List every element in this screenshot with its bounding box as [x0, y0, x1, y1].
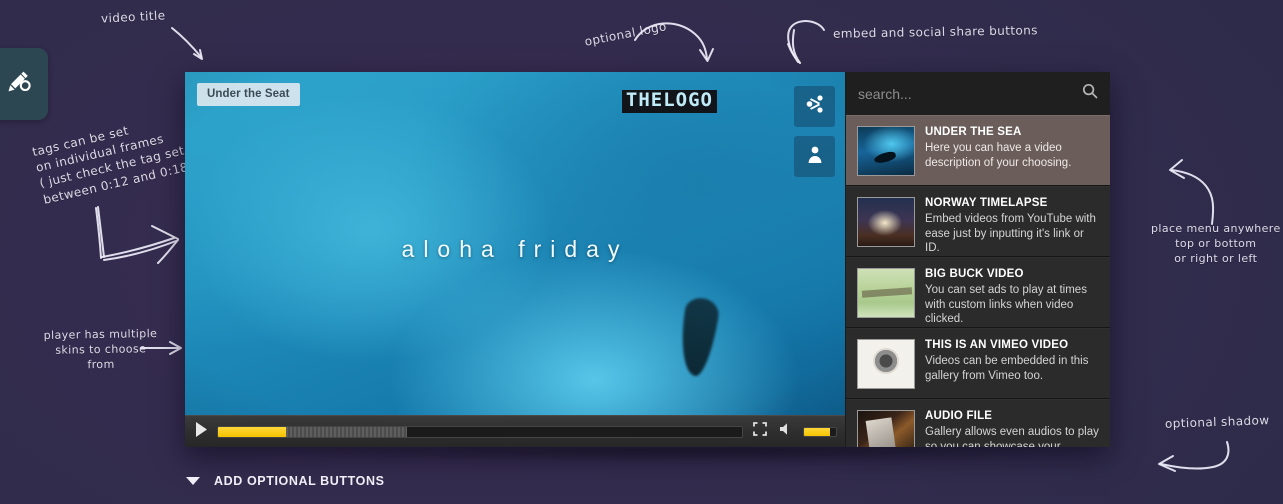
playlist-item-title: BIG BUCK VIDEO	[925, 268, 1024, 280]
annotation-arrow-tags	[95, 206, 179, 264]
video-logo[interactable]: THELOGO	[621, 90, 717, 113]
annotation-embed-share: embed and social share buttons	[832, 23, 1038, 41]
playlist-item-description: Embed videos from YouTube with ease just…	[925, 213, 1096, 255]
playlist-item-description: Gallery allows even audios to play so yo…	[925, 426, 1099, 447]
playlist-item-text: AUDIO FILE Gallery allows even audios to …	[925, 410, 1099, 447]
playlist-item[interactable]: NORWAY TIMELAPSE Embed videos from YouTub…	[846, 186, 1110, 257]
annotation-arrow-video-title	[171, 27, 203, 60]
progress-played	[218, 426, 287, 437]
search-input[interactable]	[858, 85, 1076, 102]
playlist-item-thumbnail	[857, 268, 915, 318]
playlist-search-row	[846, 72, 1110, 115]
playlist-item-title: UNDER THE SEA	[925, 126, 1022, 138]
annotation-shadow: optional shadow	[1164, 413, 1270, 431]
playlist-item-title: NORWAY TIMELAPSE	[925, 197, 1048, 209]
share-icon	[805, 94, 825, 119]
video-caption: aloha friday	[401, 236, 629, 262]
playlist-item[interactable]: THIS IS AN VIMEO VIDEO Videos can be embe…	[846, 328, 1110, 399]
playlist-item-description: Videos can be embedded in this gallery f…	[925, 355, 1089, 382]
video-title-badge: Under the Seat	[197, 83, 300, 106]
playlist-item-title: THIS IS AN VIMEO VIDEO	[925, 339, 1069, 351]
playlist-item-thumbnail	[857, 339, 915, 389]
play-icon	[195, 421, 208, 442]
annotation-arrow-menu	[1169, 159, 1215, 225]
share-button[interactable]	[794, 86, 835, 127]
speaker-icon	[779, 422, 794, 441]
volume-level	[804, 427, 831, 436]
annotation-arrow-embed-share	[787, 20, 825, 64]
fullscreen-button[interactable]	[751, 422, 769, 441]
playlist-item[interactable]: AUDIO FILE Gallery allows even audios to …	[846, 399, 1110, 447]
playlist-panel: UNDER THE SEA Here you can have a video d…	[845, 72, 1110, 447]
playlist-item-thumbnail	[857, 197, 915, 247]
progress-bar[interactable]	[217, 425, 743, 438]
video-player: Under the Seat THELOGO aloha friday sear…	[185, 72, 1110, 447]
magnifier-icon[interactable]	[1082, 83, 1098, 104]
annotation-video-title: video title	[100, 8, 166, 26]
volume-slider[interactable]	[803, 426, 837, 437]
playlist-item-description: You can set ads to play at times with cu…	[925, 284, 1087, 326]
playlist-item-text: THIS IS AN VIMEO VIDEO Videos can be embe…	[925, 339, 1099, 388]
annotation-tags: tags can be set on individual frames ( j…	[30, 123, 199, 207]
video-stage[interactable]: Under the Seat THELOGO aloha friday	[185, 72, 845, 447]
add-optional-buttons-label: ADD OPTIONAL BUTTONS	[214, 474, 385, 488]
person-icon	[806, 144, 824, 169]
fullscreen-icon	[753, 422, 767, 441]
chevron-down-icon	[186, 477, 200, 485]
playlist-item[interactable]: UNDER THE SEA Here you can have a video d…	[846, 115, 1110, 186]
playlist-item-thumbnail	[857, 410, 915, 447]
play-button[interactable]	[193, 421, 209, 442]
playlist-item-text: UNDER THE SEA Here you can have a video d…	[925, 126, 1099, 175]
mute-button[interactable]	[777, 423, 795, 441]
playlist-item-description: Here you can have a video description of…	[925, 142, 1072, 169]
playlist-item-text: BIG BUCK VIDEO You can set ads to play at…	[925, 268, 1099, 325]
pencil-gear-icon	[4, 67, 34, 102]
annotation-logo: optional logo	[583, 19, 668, 49]
player-controls	[185, 415, 845, 447]
playlist-item[interactable]: BIG BUCK VIDEO You can set ads to play at…	[846, 257, 1110, 328]
playlist-item-thumbnail	[857, 126, 915, 176]
edit-settings-tab[interactable]	[0, 48, 48, 120]
playlist-item-text: NORWAY TIMELAPSE Embed videos from YouTub…	[925, 197, 1099, 254]
embed-button[interactable]	[794, 136, 835, 177]
annotation-menu-placement: place menu anywhere top or bottom or rig…	[1151, 222, 1281, 265]
player-drop-shadow	[215, 447, 1283, 469]
playlist-item-title: AUDIO FILE	[925, 410, 993, 422]
annotation-skins: player has multiple skins to choose from	[43, 327, 158, 371]
add-optional-buttons[interactable]: ADD OPTIONAL BUTTONS	[186, 474, 385, 488]
playlist-items: UNDER THE SEA Here you can have a video d…	[846, 115, 1110, 447]
